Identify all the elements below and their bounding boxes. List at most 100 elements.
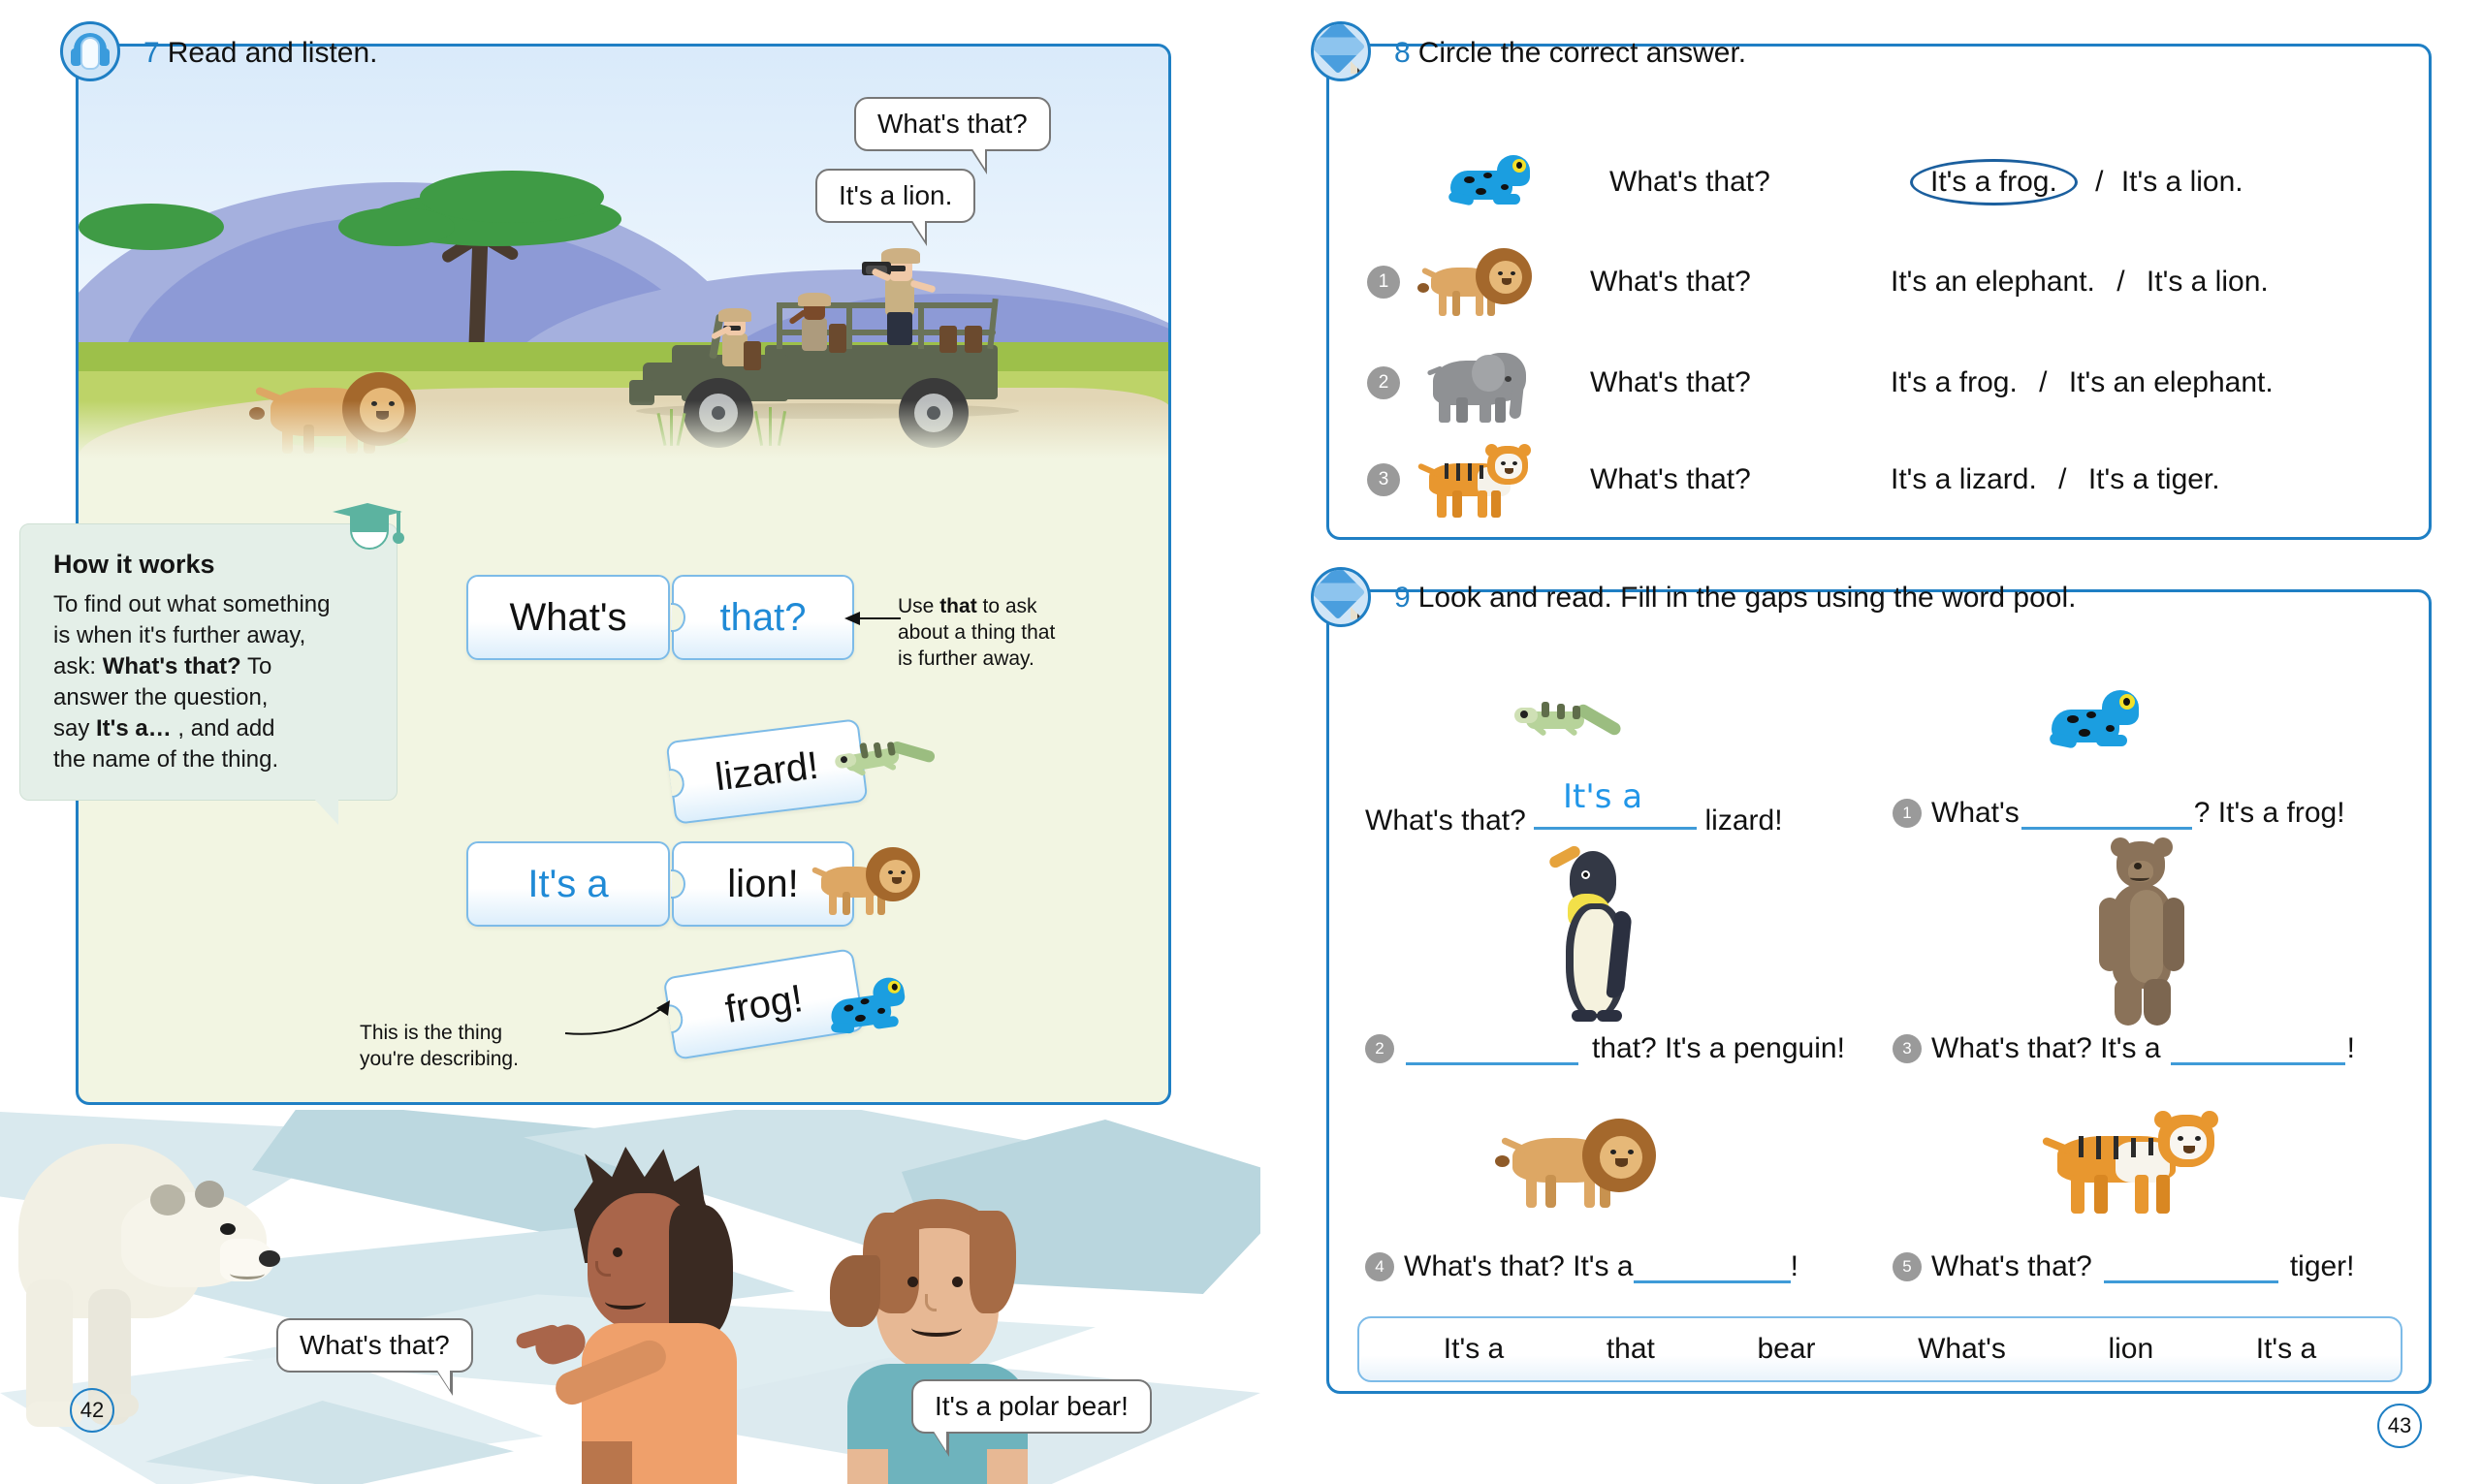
word-pool-box: It's a that bear What's lion It's a bbox=[1357, 1316, 2402, 1382]
option-b[interactable]: It's a lion. bbox=[2147, 266, 2269, 298]
puzzle-card-that[interactable]: that? bbox=[671, 575, 854, 660]
exercise-number: 8 bbox=[1394, 37, 1411, 69]
puzzle-card-whats[interactable]: What's bbox=[466, 575, 684, 660]
gap-before-text: What's that? It's a bbox=[1404, 1250, 1634, 1282]
note-that-usage: Use that to ask about a thing that is fu… bbox=[898, 595, 1056, 670]
how-it-works-text: To find out what something is when it's … bbox=[53, 591, 331, 773]
frog-illustration bbox=[2046, 684, 2162, 772]
frog-illustration bbox=[1447, 151, 1553, 213]
word-pool-item[interactable]: What's bbox=[1918, 1333, 2006, 1366]
exercise-9-item-5: 5 What's that? tiger! bbox=[1893, 1250, 2355, 1283]
item-number: 1 bbox=[1893, 799, 1922, 828]
pencil-icon bbox=[1314, 570, 1367, 623]
exercise-9-title: 9 Look and read. Fill in the gaps using t… bbox=[1394, 582, 2076, 615]
lion-illustration bbox=[1417, 240, 1536, 324]
gap-after-text: ? It's a frog! bbox=[2193, 797, 2345, 829]
bubble-text: It's a lion. bbox=[839, 180, 953, 210]
card-text: lion! bbox=[727, 862, 799, 905]
gap-before-text: What's that? bbox=[1931, 1250, 2092, 1282]
bubble-text: What's that? bbox=[300, 1330, 450, 1360]
lizard-illustration bbox=[830, 716, 949, 817]
girl-character bbox=[824, 1199, 1076, 1484]
gap-blank[interactable] bbox=[1406, 1032, 1578, 1065]
option-b[interactable]: It's a tiger. bbox=[2088, 463, 2220, 495]
option-a[interactable]: It's a frog. bbox=[1891, 366, 2018, 398]
gap-blank[interactable] bbox=[2170, 1032, 2345, 1065]
exercise-9-item-4: 4 What's that? It's a ! bbox=[1365, 1250, 1798, 1283]
frog-illustration bbox=[820, 965, 927, 1056]
puzzle-card-its-a[interactable]: It's a bbox=[466, 841, 684, 927]
graduation-cap-icon bbox=[333, 499, 404, 561]
word-pool-item[interactable]: It's a bbox=[1444, 1333, 1504, 1366]
option-a-circled[interactable]: It's a frog. bbox=[1910, 159, 2078, 205]
gap-after-text: tiger! bbox=[2289, 1250, 2355, 1282]
gap-after-text: ! bbox=[2346, 1032, 2355, 1064]
pencil-icon bbox=[1314, 24, 1367, 78]
option-a[interactable]: It's a lizard. bbox=[1891, 463, 2037, 495]
bubble-text: It's a polar bear! bbox=[935, 1391, 1129, 1421]
question-text: What's that? bbox=[1609, 166, 1770, 198]
arctic-bubble-answer: It's a polar bear! bbox=[911, 1379, 1152, 1457]
exercise-title-text: Read and listen. bbox=[167, 37, 378, 69]
gap-blank[interactable] bbox=[2021, 797, 2192, 830]
word-pool-item[interactable]: It's a bbox=[2256, 1333, 2316, 1366]
item-number: 5 bbox=[1893, 1252, 1922, 1281]
textbook-spread: What's that? It's a lion. What's that? U… bbox=[0, 0, 2482, 1484]
exercise-8-row-2: 2 What's that? It's a frog. / It's an el… bbox=[1367, 341, 2414, 425]
option-a[interactable]: It's an elephant. bbox=[1891, 266, 2095, 298]
exercise-8-row-1: 1 What's that? It's an elephant. / It's … bbox=[1367, 240, 2414, 324]
word-pool-item[interactable]: that bbox=[1607, 1333, 1655, 1366]
exercise-7-title: 7 Read and listen. bbox=[143, 37, 378, 70]
card-text: frog! bbox=[721, 976, 806, 1031]
arctic-bubble-question: What's that? bbox=[276, 1318, 473, 1396]
item-number: 2 bbox=[1367, 366, 1400, 399]
filled-answer-example: It's a bbox=[1563, 777, 1643, 816]
option-b[interactable]: It's an elephant. bbox=[2069, 366, 2274, 398]
option-separator: / bbox=[2039, 366, 2048, 398]
option-separator: / bbox=[2095, 166, 2104, 198]
item-number: 3 bbox=[1367, 463, 1400, 496]
option-b[interactable]: It's a lion. bbox=[2121, 166, 2243, 198]
answer-options: It's a frog. / It's an elephant. bbox=[1891, 366, 2274, 399]
bubble-text: What's that? bbox=[877, 109, 1028, 139]
exercise-9-item-3: 3 What's that? It's a ! bbox=[1893, 1032, 2355, 1065]
card-text: It's a bbox=[527, 862, 609, 905]
question-text: What's that? bbox=[1590, 366, 1751, 398]
exercise-number: 7 bbox=[143, 37, 160, 69]
page-number-left: 42 bbox=[70, 1388, 114, 1433]
safari-bubble-question: What's that? bbox=[854, 97, 1051, 174]
exercise-number: 9 bbox=[1394, 582, 1411, 614]
bear-illustration bbox=[2080, 837, 2206, 1027]
note-arrow-2 bbox=[564, 1000, 670, 1035]
exercise-8-title: 8 Circle the correct answer. bbox=[1394, 37, 1746, 70]
lion-illustration bbox=[1495, 1103, 1687, 1219]
question-text: What's that? bbox=[1590, 463, 1751, 495]
page-number-right: 43 bbox=[2377, 1404, 2422, 1448]
answer-options: It's a frog. / It's a lion. bbox=[1910, 159, 2243, 205]
how-it-works-box: How it works To find out what something … bbox=[19, 503, 404, 826]
gap-after-text: ! bbox=[1790, 1250, 1798, 1282]
gap-before-text: What's that? bbox=[1365, 805, 1526, 837]
card-text: that? bbox=[719, 595, 807, 639]
puzzle-notch bbox=[657, 768, 685, 800]
gap-blank[interactable] bbox=[1633, 1250, 1791, 1283]
gap-before-text: What's bbox=[1931, 797, 2020, 829]
item-number: 1 bbox=[1367, 266, 1400, 299]
card-text: What's bbox=[509, 595, 627, 639]
gap-blank[interactable] bbox=[2103, 1250, 2278, 1283]
lion-small-illustration bbox=[811, 834, 922, 927]
note-describing-thing: This is the thing you're describing. bbox=[360, 1022, 519, 1070]
option-separator: / bbox=[2116, 266, 2125, 298]
option-separator: / bbox=[2058, 463, 2067, 495]
boy-character bbox=[514, 1147, 814, 1484]
exercise-title-text: Look and read. Fill in the gaps using th… bbox=[1417, 582, 2077, 614]
polar-bear-illustration bbox=[5, 1134, 286, 1427]
exercise-8-row-example: What's that? It's a frog. / It's a lion. bbox=[1367, 143, 2414, 221]
card-text: lizard! bbox=[713, 743, 821, 799]
exercise-9-pencil-badge bbox=[1311, 567, 1371, 627]
word-pool-item[interactable]: lion bbox=[2108, 1333, 2153, 1366]
word-pool-item[interactable]: bear bbox=[1757, 1333, 1815, 1366]
item-number: 4 bbox=[1365, 1252, 1394, 1281]
elephant-illustration bbox=[1426, 341, 1536, 425]
safari-bubble-answer: It's a lion. bbox=[815, 169, 976, 246]
